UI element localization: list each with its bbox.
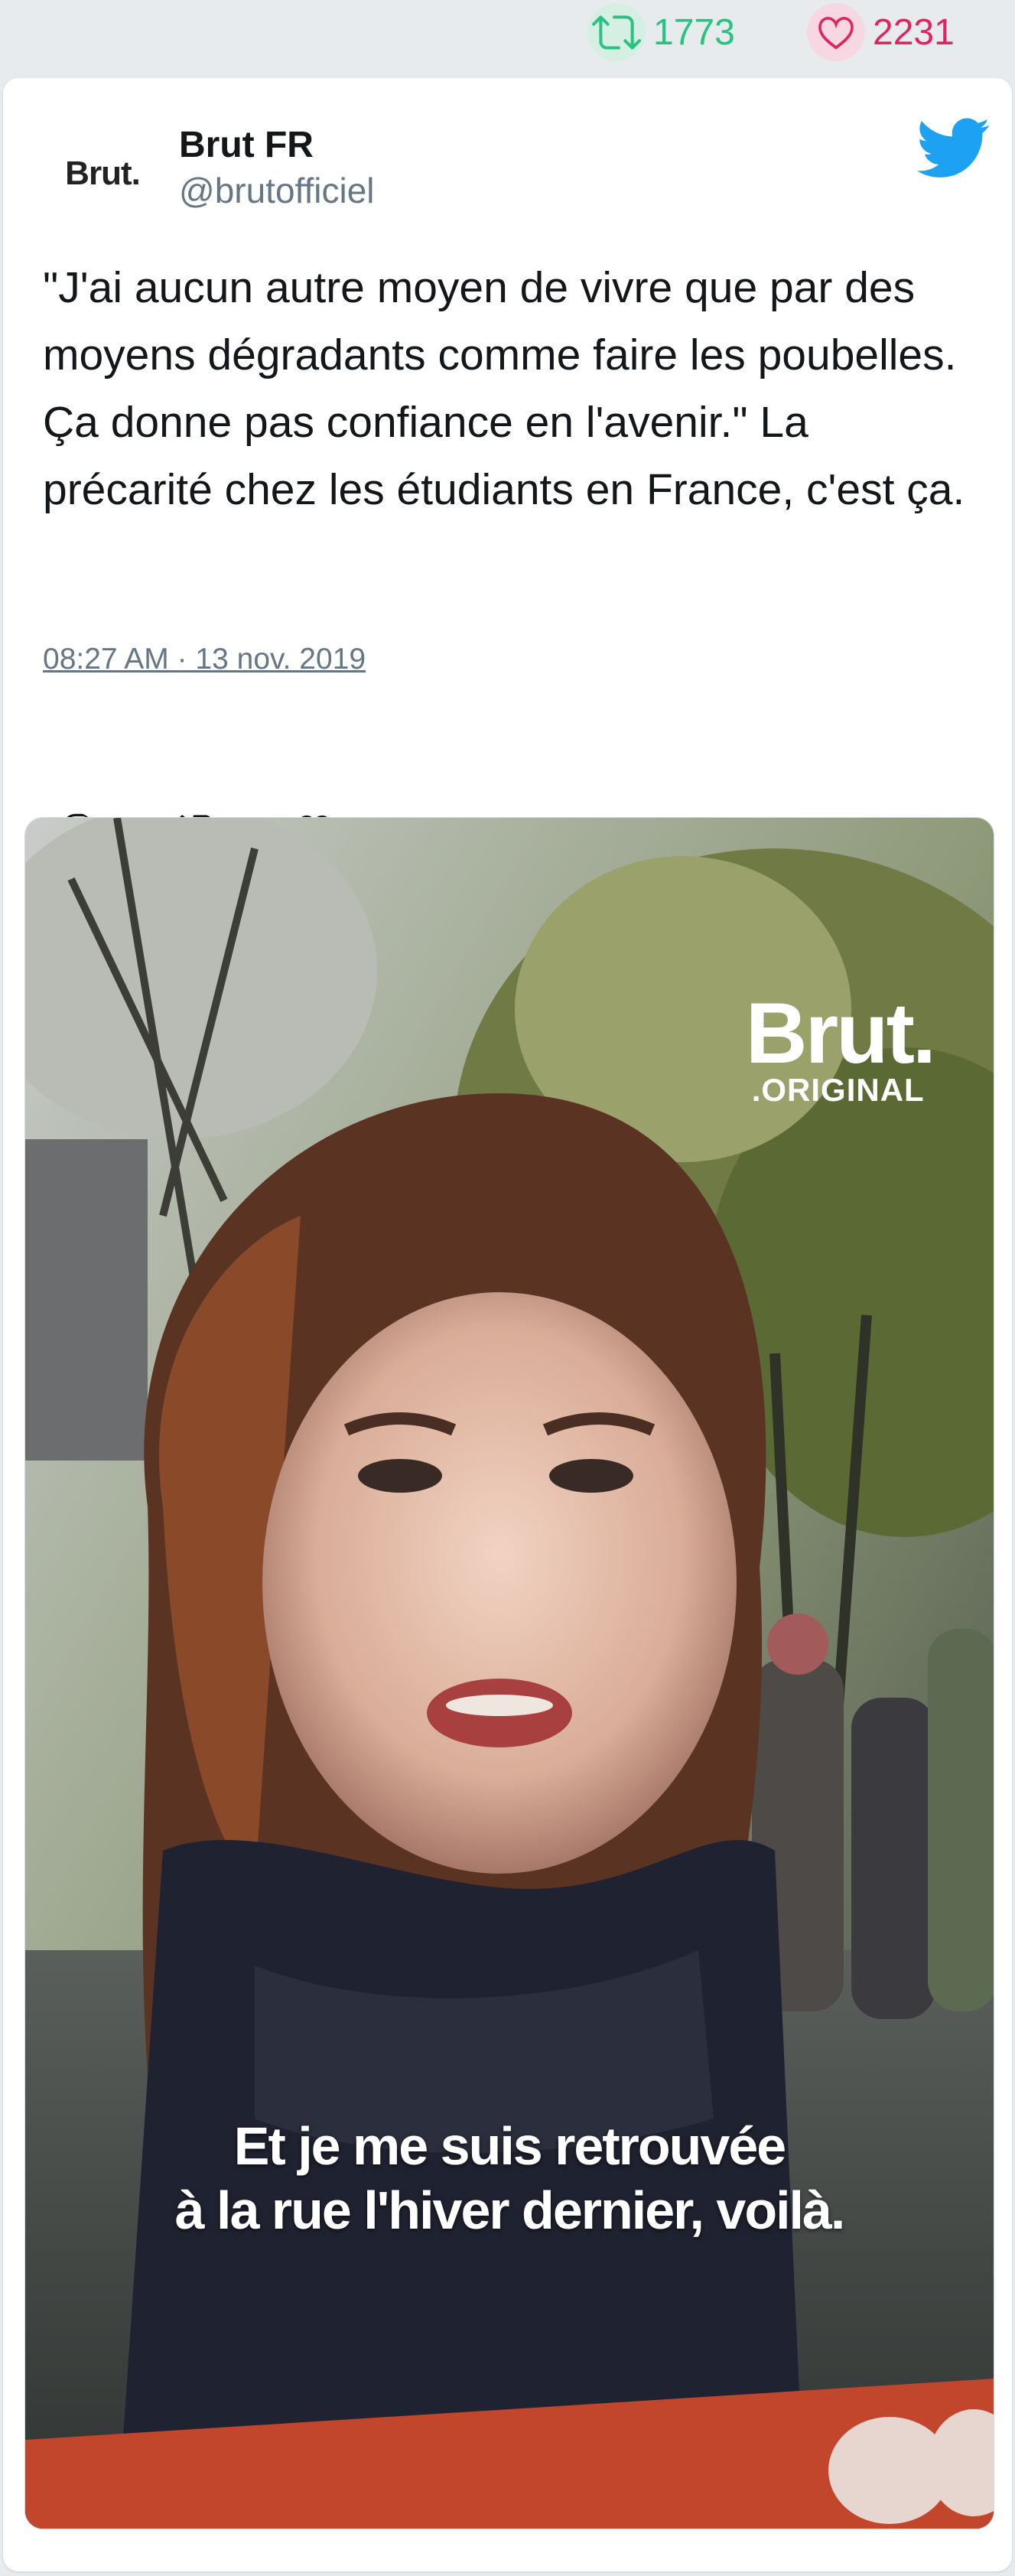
video-thumbnail[interactable]: Brut. .ORIGINAL Et je me suis retrouvée …	[24, 817, 994, 2529]
brut-original-watermark: Brut. .ORIGINAL	[745, 985, 936, 1109]
video-subtitle-line-1: Et je me suis retrouvée	[233, 2116, 786, 2176]
like-count-value: 2231	[873, 11, 955, 53]
brut-logo: Brut.	[65, 155, 141, 192]
like-count[interactable]: 2231	[807, 3, 955, 61]
retweet-count[interactable]: 1773	[587, 3, 735, 61]
watermark-brand: Brut.	[745, 985, 936, 1081]
tweet-card: Brut. Brut FR @brutofficiel "J'ai aucun …	[3, 78, 1012, 2571]
retweet-icon	[587, 3, 646, 61]
twitter-bird-icon[interactable]	[917, 110, 991, 184]
avatar[interactable]: Brut.	[49, 120, 156, 227]
tweet-stats-bar: 1773 2231	[0, 0, 1015, 69]
author-handle[interactable]: @brutofficiel	[179, 170, 375, 211]
tweet-timestamp[interactable]: 08:27 AM · 13 nov. 2019	[43, 643, 366, 676]
watermark-sub: .ORIGINAL	[751, 1072, 925, 1108]
author-name[interactable]: Brut FR	[179, 124, 314, 166]
video-subtitle-line-2: à la rue l'hiver dernier, voilà.	[174, 2180, 846, 2240]
tweet-text: "J'ai aucun autre moyen de vivre que par…	[43, 263, 965, 514]
heart-icon	[807, 3, 865, 61]
retweet-count-value: 1773	[653, 11, 735, 53]
